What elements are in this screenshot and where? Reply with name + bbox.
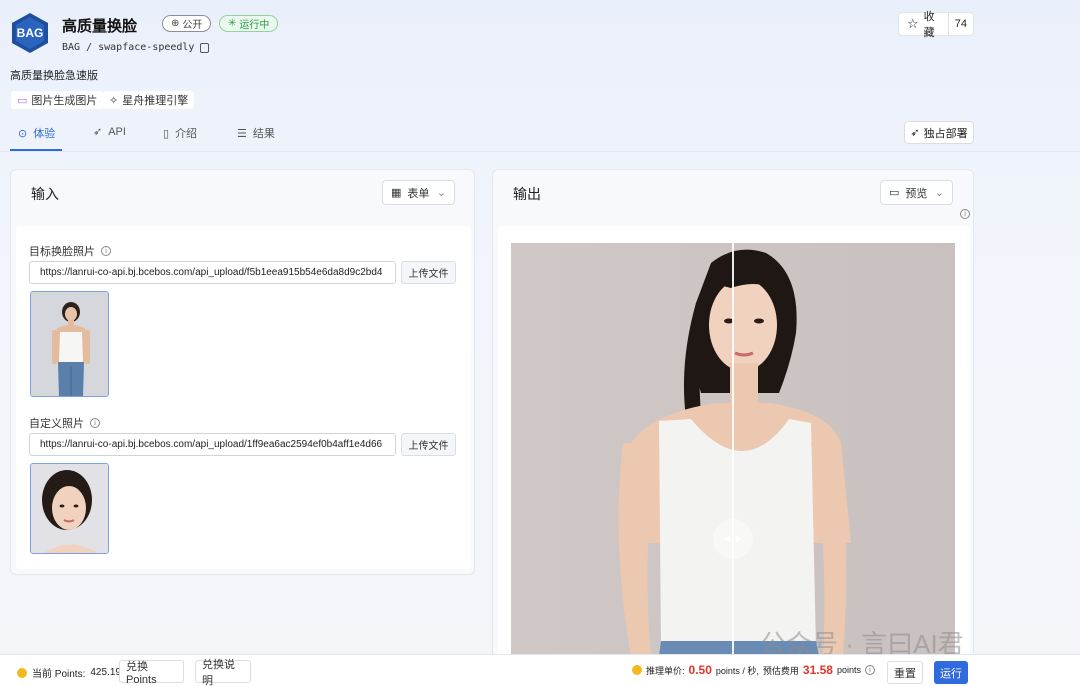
app-title: 高质量换脸 [62, 18, 138, 35]
tab-results[interactable]: ☰ 结果 [237, 125, 275, 141]
form-icon: ▦ [391, 187, 402, 199]
favorite-button[interactable]: ☆ 收藏 74 [898, 11, 974, 39]
public-badge: ⊕ 公开 [162, 15, 212, 32]
run-button[interactable]: 运行 [934, 661, 968, 684]
exclusive-deploy-button[interactable]: ➶ 独占部署 [904, 121, 974, 144]
sparkle-icon: ✧ [109, 94, 119, 107]
status-icon: ✳ [228, 18, 237, 29]
output-panel: 输出 ▭ 预览 ⌄ i [492, 169, 974, 659]
target-photo-label: 目标换脸照片 i [29, 243, 111, 259]
rocket-icon: ➶ [93, 126, 103, 138]
image-icon: ▭ [17, 94, 28, 107]
reset-button[interactable]: 重置 [887, 661, 923, 684]
redeem-help-button[interactable]: 兑换说明 [195, 659, 251, 686]
running-badge: ✳ 运行中 [219, 15, 279, 32]
star-icon: ☆ [907, 16, 919, 31]
tabs-divider [0, 151, 1080, 152]
custom-photo-thumbnail[interactable] [30, 463, 109, 554]
bottom-bar: 当前 Points: 425.19 兑换 Points 兑换说明 推理单价: 0.… [0, 654, 1080, 686]
current-points: 当前 Points: 425.19 [17, 665, 121, 680]
globe-icon: ⊕ [171, 18, 180, 29]
target-photo-upload-button[interactable]: 上传文件 [401, 261, 456, 284]
svg-text:BAG: BAG [17, 26, 44, 40]
tag-image-to-image[interactable]: ▭ 图片生成图片 [11, 91, 104, 109]
app-subtitle: 高质量换脸急速版 [10, 70, 98, 82]
output-panel-title: 输出 [513, 186, 541, 202]
favorite-count: 74 [954, 18, 967, 30]
tab-intro[interactable]: ▯ 介绍 [163, 125, 197, 141]
output-mode-select[interactable]: ▭ 预览 ⌄ [880, 180, 953, 205]
table-icon: ☰ [237, 127, 247, 140]
custom-photo-upload-button[interactable]: 上传文件 [401, 433, 456, 456]
coin-icon [17, 667, 27, 678]
repo-path: BAG / swapface-speedly [62, 42, 210, 53]
play-icon: ⊙ [18, 127, 28, 140]
input-form: 目标换脸照片 i https://lanrui-co-api.bj.bcebos.… [16, 226, 471, 569]
chevron-down-icon: ⌄ [934, 187, 944, 199]
image-icon: ▭ [889, 187, 900, 199]
pricing-info: 推理单价: 0.50 points / 秒, 预估费用 31.58 points… [632, 663, 875, 677]
tab-experience[interactable]: ⊙ 体验 [18, 125, 55, 141]
target-photo-thumbnail[interactable] [30, 291, 109, 397]
target-photo-url-input[interactable]: https://lanrui-co-api.bj.bcebos.com/api_… [29, 261, 396, 284]
info-icon[interactable]: i [960, 209, 970, 219]
rocket-icon: ➶ [910, 127, 920, 139]
info-icon[interactable]: i [864, 665, 875, 675]
input-mode-select[interactable]: ▦ 表单 ⌄ [382, 180, 455, 205]
bag-logo: BAG [10, 12, 50, 54]
copy-icon[interactable] [200, 42, 210, 53]
info-icon[interactable]: i [101, 246, 111, 256]
input-panel: 输入 ▦ 表单 ⌄ 目标换脸照片 i https://lanrui-co-api.b… [10, 169, 475, 575]
redeem-points-button[interactable]: 兑换 Points [119, 660, 184, 686]
input-panel-title: 输入 [31, 186, 59, 202]
output-compare-image[interactable] [511, 243, 955, 656]
custom-photo-label: 自定义照片 i [29, 415, 100, 431]
custom-photo-url-input[interactable]: https://lanrui-co-api.bj.bcebos.com/api_… [29, 433, 396, 456]
book-icon: ▯ [163, 127, 170, 140]
tab-api[interactable]: ➶ API [93, 125, 126, 139]
info-icon[interactable]: i [90, 418, 100, 428]
coin-icon [632, 665, 642, 675]
chevron-down-icon: ⌄ [436, 187, 446, 199]
tag-inference-engine[interactable]: ✧ 星舟推理引擎 [103, 91, 195, 109]
